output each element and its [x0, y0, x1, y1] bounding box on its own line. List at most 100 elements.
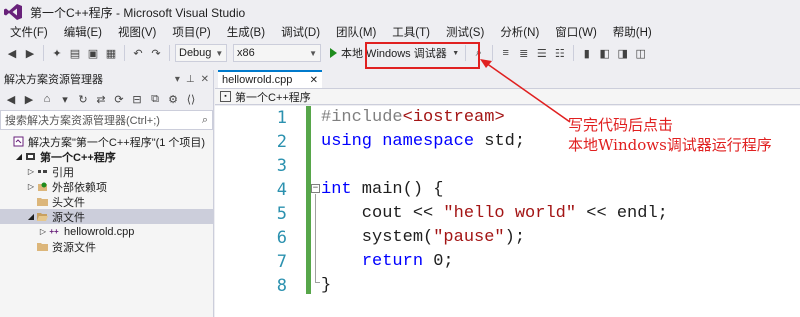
line-number: 4	[276, 180, 287, 200]
window-title: 第一个C++程序 - Microsoft Visual Studio	[30, 5, 246, 20]
tree-item-cpp-file[interactable]: ▷ ++ hellowrold.cpp	[0, 224, 213, 239]
back-icon[interactable]: ◀	[4, 91, 18, 107]
tab-label: hellowrold.cpp	[222, 74, 293, 86]
sync-icon[interactable]: ⇄	[94, 91, 108, 107]
tab-hellowrold-cpp[interactable]: hellowrold.cpp ✕	[218, 70, 322, 88]
close-icon[interactable]: ✕	[201, 74, 209, 85]
menu-debug[interactable]: 调试(D)	[273, 24, 328, 42]
tree-item-label: 外部依赖项	[52, 181, 107, 194]
solution-explorer-toolbar: ◀ ▶ ⌂ ▾ ↻ ⇄ ⟳ ⊟ ⧉ ⚙ ⟨⟩	[0, 88, 213, 110]
bookmark-icon[interactable]: ▮	[579, 45, 595, 61]
line-number-gutter: 1 2 3 4 5 6 7 8	[215, 106, 305, 317]
switch-views-icon[interactable]: ▾	[58, 91, 72, 107]
tree-item-header-files[interactable]: 头文件	[0, 194, 213, 209]
menu-tools[interactable]: 工具(T)	[384, 24, 438, 42]
forward-icon[interactable]: ▶	[22, 45, 38, 61]
preview-icon[interactable]: ⟨⟩	[184, 91, 198, 107]
show-all-files-icon[interactable]: ⧉	[148, 91, 162, 107]
menu-team[interactable]: 团队(M)	[328, 24, 384, 42]
menu-bar: 文件(F) 编辑(E) 视图(V) 项目(P) 生成(B) 调试(D) 团队(M…	[0, 24, 800, 42]
tree-item-external-deps[interactable]: ▷ 外部依赖项	[0, 179, 213, 194]
redo-icon[interactable]: ↷	[148, 45, 164, 61]
menu-test[interactable]: 测试(S)	[438, 24, 492, 42]
menu-build[interactable]: 生成(B)	[219, 24, 273, 42]
toolbar-separator	[169, 45, 170, 61]
annotation-line-2: 本地Windows调试器运行程序	[568, 136, 772, 154]
forward-icon[interactable]: ▶	[22, 91, 36, 107]
pending-changes-icon[interactable]: ↻	[76, 91, 90, 107]
tree-item-label: 资源文件	[52, 241, 96, 254]
visual-studio-logo-icon	[0, 0, 26, 24]
prev-bookmark-icon[interactable]: ◧	[597, 45, 613, 61]
cpp-file-icon: ++	[49, 227, 59, 236]
expander-icon: ◢	[15, 152, 23, 161]
line-number: 8	[276, 276, 287, 296]
tree-item-label: 解决方案"第一个C++程序"(1 个项目)	[28, 136, 206, 149]
menu-analyze[interactable]: 分析(N)	[492, 24, 547, 42]
code-line: using namespace std;	[321, 132, 526, 151]
tree-item-label: 头文件	[52, 196, 85, 209]
close-icon[interactable]: ✕	[310, 75, 318, 86]
solution-search-input[interactable]: 搜索解决方案资源管理器(Ctrl+;) ⌕	[0, 110, 213, 130]
tree-item-label: 引用	[52, 166, 74, 179]
expander-icon: ◢	[27, 212, 35, 221]
dropdown-icon[interactable]: ▾	[175, 74, 180, 85]
next-bookmark-icon[interactable]: ◨	[615, 45, 631, 61]
new-project-icon[interactable]: ✦	[49, 45, 65, 61]
solution-explorer-title: 解决方案资源管理器	[4, 74, 103, 86]
line-number: 6	[276, 228, 287, 248]
fold-collapse-icon[interactable]: −	[311, 184, 320, 193]
folder-icon	[36, 196, 48, 207]
tree-item-references[interactable]: ▷ 引用	[0, 164, 213, 179]
expander-icon: ▷	[27, 167, 35, 176]
properties-icon[interactable]: ⚙	[166, 91, 180, 107]
title-bar: 第一个C++程序 - Microsoft Visual Studio	[0, 0, 800, 24]
references-icon	[36, 166, 48, 177]
line-number: 5	[276, 204, 287, 224]
solution-explorer-header: 解决方案资源管理器 ▾ ⊥ ✕	[0, 70, 213, 88]
platform-value: x86	[237, 47, 255, 59]
search-icon: ⌕	[201, 113, 208, 126]
toolbar-separator	[124, 45, 125, 61]
tree-item-source-files[interactable]: ◢ 源文件	[0, 209, 213, 224]
change-tracking-bar	[306, 106, 311, 294]
save-all-icon[interactable]: ▦	[103, 45, 119, 61]
refresh-icon[interactable]: ⟳	[112, 91, 126, 107]
folder-icon	[36, 241, 48, 252]
fold-guide-end	[315, 282, 320, 283]
back-icon[interactable]: ◀	[4, 45, 20, 61]
solution-configuration-dropdown[interactable]: Debug ▼	[175, 44, 227, 62]
code-line: cout << "hello world" << endl;	[321, 204, 668, 223]
menu-project[interactable]: 项目(P)	[164, 24, 218, 42]
save-icon[interactable]: ▣	[85, 45, 101, 61]
menu-help[interactable]: 帮助(H)	[605, 24, 660, 42]
project-icon	[24, 151, 36, 162]
collapse-all-icon[interactable]: ⊟	[130, 91, 144, 107]
menu-window[interactable]: 窗口(W)	[547, 24, 605, 42]
line-number: 2	[276, 132, 287, 152]
project-scope-icon: ▪	[220, 91, 231, 102]
nav-scope-dropdown[interactable]: 第一个C++程序	[235, 89, 311, 105]
line-number: 7	[276, 252, 287, 272]
expander-icon: ▷	[27, 182, 35, 191]
clear-bookmarks-icon[interactable]: ◫	[633, 45, 649, 61]
tree-item-label: hellowrold.cpp	[64, 225, 135, 238]
line-number: 3	[276, 156, 287, 176]
search-placeholder: 搜索解决方案资源管理器(Ctrl+;)	[5, 115, 160, 127]
expander-icon: ▷	[39, 227, 47, 236]
tree-item-resource-files[interactable]: 资源文件	[0, 239, 213, 254]
solution-platform-dropdown[interactable]: x86 ▼	[233, 44, 321, 62]
menu-file[interactable]: 文件(F)	[2, 24, 56, 42]
tree-item-project[interactable]: ◢ 第一个C++程序	[0, 149, 213, 164]
menu-edit[interactable]: 编辑(E)	[56, 24, 110, 42]
undo-icon[interactable]: ↶	[130, 45, 146, 61]
tree-item-label: 源文件	[52, 211, 85, 224]
solution-explorer-panel: 解决方案资源管理器 ▾ ⊥ ✕ ◀ ▶ ⌂ ▾ ↻ ⇄ ⟳ ⊟ ⧉ ⚙ ⟨⟩ 搜…	[0, 70, 214, 317]
menu-view[interactable]: 视图(V)	[110, 24, 164, 42]
tree-item-solution[interactable]: 解决方案"第一个C++程序"(1 个项目)	[0, 134, 213, 149]
open-file-icon[interactable]: ▤	[67, 45, 83, 61]
pin-icon[interactable]: ⊥	[186, 74, 195, 85]
home-icon[interactable]: ⌂	[40, 91, 54, 107]
folder-open-icon	[36, 211, 48, 222]
config-value: Debug	[179, 47, 212, 59]
